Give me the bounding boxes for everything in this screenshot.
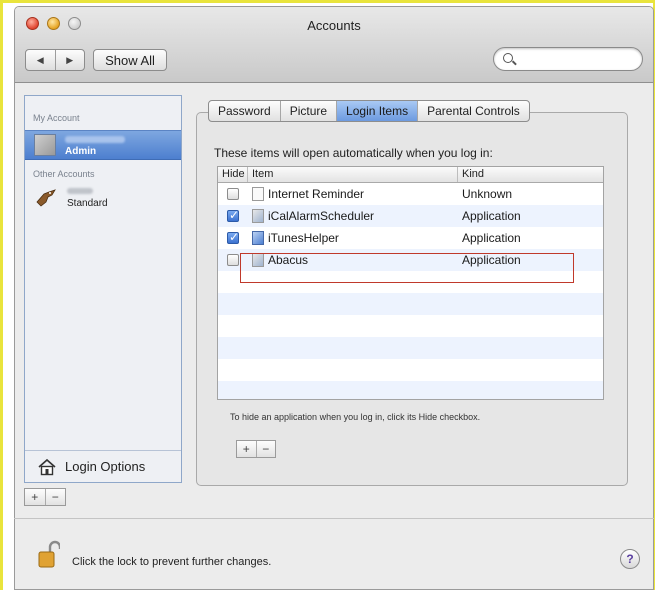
add-account-button[interactable]: + xyxy=(25,489,46,505)
hide-checkbox[interactable] xyxy=(227,254,239,266)
my-account-header: My Account xyxy=(33,113,80,123)
table-row[interactable]: iTunesHelper Application xyxy=(218,227,603,249)
table-body: Internet Reminder Unknown iCalAlarmSched… xyxy=(218,183,603,399)
item-kind: Unknown xyxy=(462,187,513,201)
sidebar-add-remove: + − xyxy=(24,488,66,506)
tab-bar: Password Picture Login Items Parental Co… xyxy=(208,100,530,122)
login-items-table: Hide Item Kind Internet Reminder Unknown… xyxy=(217,166,604,400)
column-header-item[interactable]: Item xyxy=(248,167,458,182)
lock-status-text: Click the lock to prevent further change… xyxy=(72,556,272,568)
redacted-user-name xyxy=(67,188,93,194)
lock-icon[interactable] xyxy=(38,540,60,568)
login-items-add-remove: + − xyxy=(236,440,276,458)
back-forward-control: ◀ ▶ xyxy=(25,49,85,71)
avatar xyxy=(34,134,56,156)
empty-row xyxy=(218,337,603,359)
other-accounts-header: Other Accounts xyxy=(33,169,95,179)
item-name: iCalAlarmScheduler xyxy=(268,209,375,223)
hide-checkbox[interactable] xyxy=(227,188,239,200)
remove-account-button[interactable]: − xyxy=(46,489,66,505)
search-field[interactable] xyxy=(493,47,643,71)
window-title: Accounts xyxy=(307,18,361,33)
tab-login-items[interactable]: Login Items xyxy=(337,101,419,121)
forward-button[interactable]: ▶ xyxy=(56,50,85,70)
item-kind: Application xyxy=(462,209,521,223)
empty-row xyxy=(218,381,603,399)
table-header: Hide Item Kind xyxy=(218,167,603,183)
column-header-hide[interactable]: Hide xyxy=(218,167,248,182)
search-input[interactable] xyxy=(518,51,636,67)
empty-row xyxy=(218,271,603,293)
login-items-instruction: These items will open automatically when… xyxy=(214,146,493,160)
tab-parental-controls[interactable]: Parental Controls xyxy=(418,101,529,121)
application-icon xyxy=(252,253,264,267)
tab-picture[interactable]: Picture xyxy=(281,101,338,121)
empty-row xyxy=(218,359,603,381)
item-kind: Application xyxy=(462,253,521,267)
empty-row xyxy=(218,293,603,315)
table-row[interactable]: Internet Reminder Unknown xyxy=(218,183,603,205)
table-row[interactable]: iCalAlarmScheduler Application xyxy=(218,205,603,227)
current-user-role: Admin xyxy=(65,146,97,157)
titlebar: Accounts ◀ ▶ Show All xyxy=(15,7,653,83)
search-icon xyxy=(503,53,513,63)
login-options-label: Login Options xyxy=(65,459,146,474)
accounts-sidebar: My Account Admin Other Accounts Standard… xyxy=(24,95,182,483)
item-name: Internet Reminder xyxy=(268,187,365,201)
document-icon xyxy=(252,187,264,201)
tab-password[interactable]: Password xyxy=(209,101,281,121)
item-name: Abacus xyxy=(268,253,309,267)
item-name: iTunesHelper xyxy=(268,231,339,245)
help-button[interactable]: ? xyxy=(620,549,640,569)
hide-hint: To hide an application when you log in, … xyxy=(230,412,481,422)
table-row[interactable]: Abacus Application xyxy=(218,249,603,271)
house-icon xyxy=(38,458,56,475)
eagle-avatar-icon xyxy=(36,189,56,207)
remove-login-item-button[interactable]: − xyxy=(257,441,276,457)
item-kind: Application xyxy=(462,231,521,245)
current-user-row[interactable]: Admin xyxy=(25,130,181,160)
music-app-icon xyxy=(252,231,264,245)
login-options-item[interactable]: Login Options xyxy=(25,450,181,482)
application-icon xyxy=(252,209,264,223)
other-user-row[interactable]: Standard xyxy=(25,182,181,214)
redacted-user-name xyxy=(65,136,125,143)
empty-row xyxy=(218,315,603,337)
other-user-role: Standard xyxy=(67,198,108,209)
hide-checkbox[interactable] xyxy=(227,208,239,222)
hide-checkbox[interactable] xyxy=(227,230,239,244)
add-login-item-button[interactable]: + xyxy=(237,441,257,457)
footer-divider xyxy=(14,518,654,519)
back-button[interactable]: ◀ xyxy=(26,50,56,70)
column-header-kind[interactable]: Kind xyxy=(458,167,603,182)
show-all-button[interactable]: Show All xyxy=(93,49,167,71)
